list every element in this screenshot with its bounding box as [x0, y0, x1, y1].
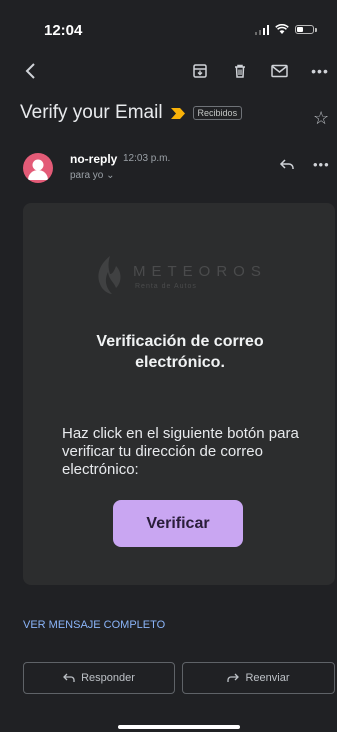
reply-icon[interactable] — [279, 156, 295, 172]
reply-label: Responder — [81, 672, 135, 684]
back-arrow-icon[interactable] — [20, 58, 40, 84]
verify-button[interactable]: Verificar — [113, 500, 243, 547]
battery-icon — [295, 25, 314, 34]
home-indicator[interactable] — [118, 725, 240, 729]
importance-marker-icon[interactable] — [170, 107, 185, 119]
forward-icon — [227, 673, 240, 682]
recipient-details[interactable]: para yo ⌄ — [70, 170, 115, 181]
star-icon[interactable]: ☆ — [313, 108, 329, 129]
email-time: 12:03 p.m. — [123, 153, 171, 164]
email-toolbar: ••• — [0, 58, 337, 88]
trash-icon[interactable] — [230, 58, 250, 84]
status-time: 12:04 — [44, 22, 83, 39]
inbox-label[interactable]: Recibidos — [192, 106, 243, 120]
archive-icon[interactable] — [190, 58, 210, 84]
email-body-text: Haz click en el siguiente botón para ver… — [62, 425, 299, 478]
reply-button[interactable]: Responder — [23, 662, 175, 694]
subject-title: Verify your Email — [20, 102, 163, 123]
mail-icon[interactable] — [269, 58, 289, 84]
more-icon[interactable]: ••• — [310, 58, 330, 84]
subject-row: Verify your Email Recibidos — [20, 102, 243, 124]
brand-tagline: Renta de Autos — [135, 283, 197, 290]
wifi-icon — [275, 24, 289, 34]
sender-name[interactable]: no-reply — [70, 152, 117, 166]
view-full-message-link[interactable]: VER MENSAJE COMPLETO — [23, 619, 165, 631]
message-more-icon[interactable]: ••• — [313, 157, 330, 172]
status-icons — [254, 24, 317, 35]
forward-label: Reenviar — [245, 672, 290, 684]
brand-name: METEOROS — [133, 263, 267, 280]
brand-logo-icon — [98, 256, 121, 294]
forward-button[interactable]: Reenviar — [182, 662, 335, 694]
avatar[interactable] — [23, 153, 53, 183]
reply-icon — [63, 673, 75, 682]
signal-icon — [254, 24, 269, 35]
email-heading: Verificación de correo electrónico. — [96, 333, 264, 371]
